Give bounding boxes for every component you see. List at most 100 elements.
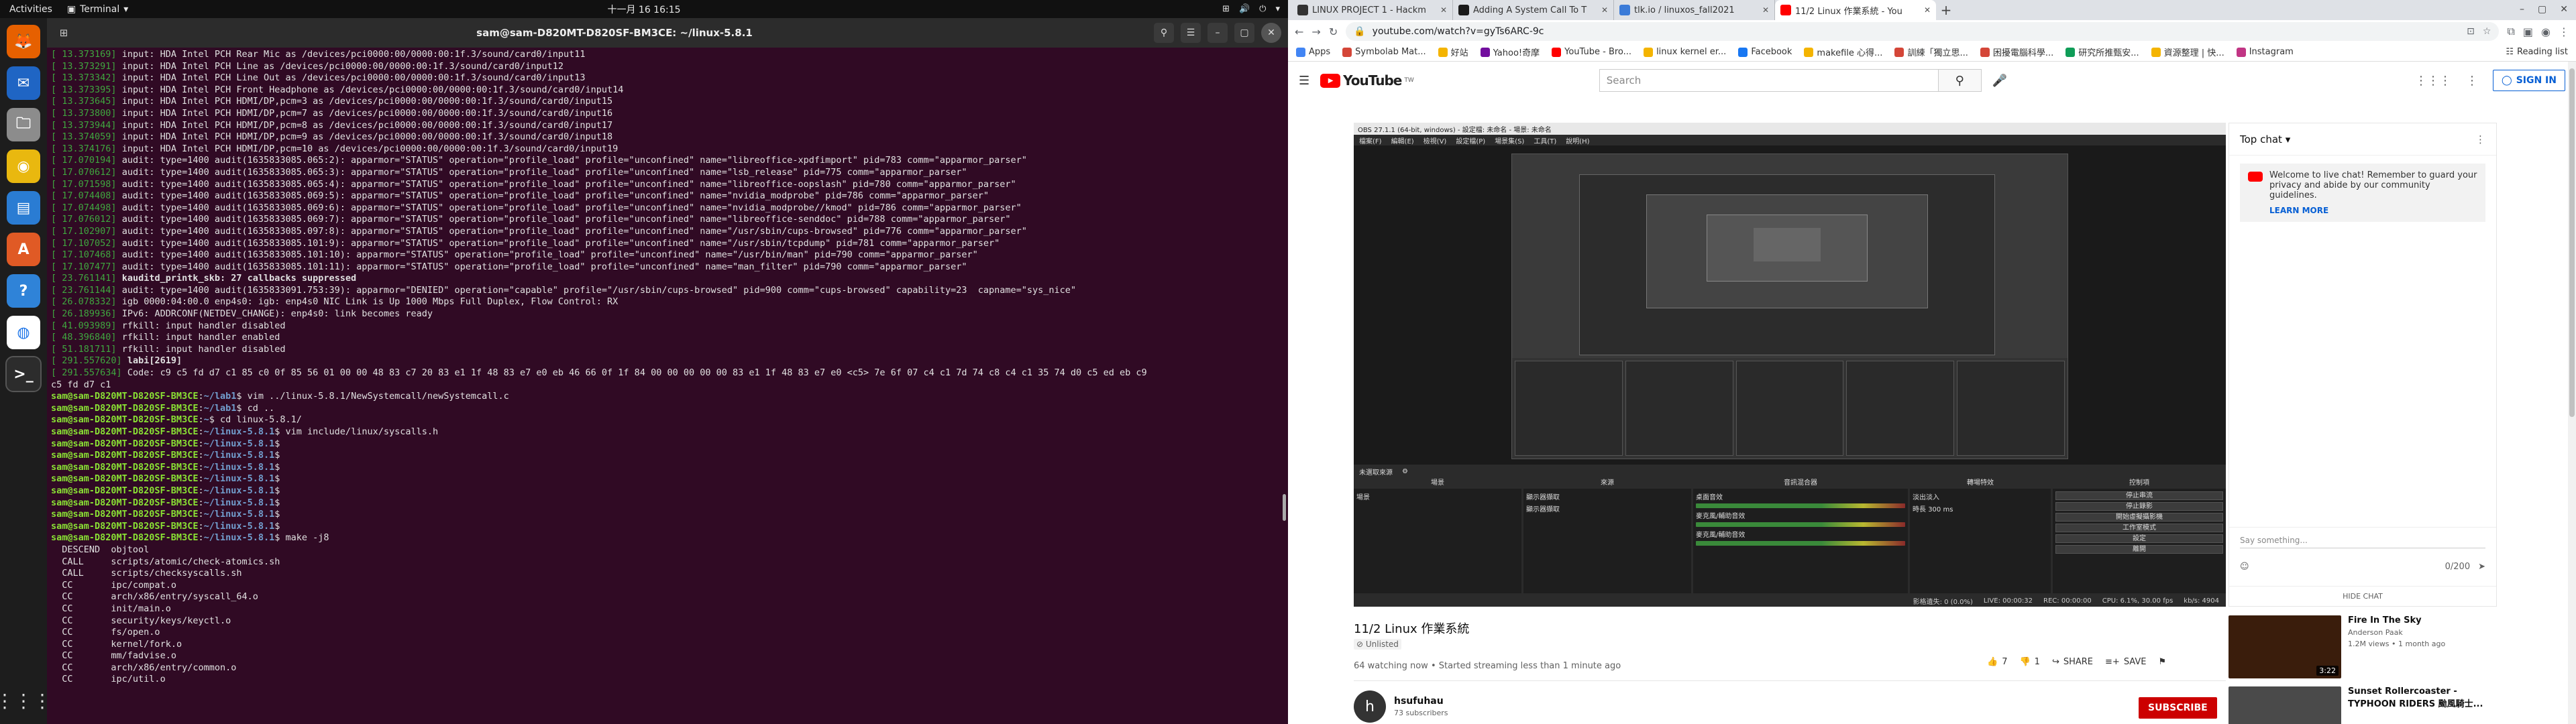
firefox-icon[interactable]: 🦊 xyxy=(7,25,40,58)
learn-more-link[interactable]: LEARN MORE xyxy=(2269,206,2477,215)
extension-icon[interactable]: ▣ xyxy=(2523,25,2533,38)
like-button[interactable]: 👍 7 xyxy=(1987,657,2007,667)
app-menu[interactable]: ▣ Terminal ▾ xyxy=(62,4,133,15)
browser-tab[interactable]: LINUX PROJECT 1 - Hackm ✕ xyxy=(1292,0,1453,20)
terminal-icon[interactable]: >_ xyxy=(5,356,42,392)
terminal-scrollbar[interactable] xyxy=(1283,494,1286,521)
browser-tab[interactable]: Adding A System Call To T ✕ xyxy=(1453,0,1614,20)
obs-scene-item: 場景 xyxy=(1356,494,1370,501)
bookmark-item[interactable]: 訓練「獨立思... xyxy=(1894,46,1968,58)
hamburger-menu-icon[interactable]: ☰ xyxy=(1299,74,1309,88)
software-icon[interactable]: A xyxy=(7,233,40,266)
profile-avatar[interactable]: ◉ xyxy=(2541,25,2551,38)
log-timestamp: [ 17.074498] xyxy=(51,202,117,213)
close-tab-icon[interactable]: ✕ xyxy=(1924,5,1931,15)
search-input[interactable]: Search xyxy=(1600,70,1938,91)
kebab-menu-icon[interactable]: ⋮ xyxy=(2475,133,2485,145)
bookmark-item[interactable]: Facebook xyxy=(1738,46,1792,58)
back-icon[interactable]: ← xyxy=(1295,25,1303,38)
bookmark-item[interactable]: 資源整理 | 快... xyxy=(2151,46,2224,58)
help-icon[interactable]: ? xyxy=(7,274,40,308)
dislike-button[interactable]: 👎 1 xyxy=(2019,657,2039,667)
apps-grid-icon[interactable]: ⋮⋮⋮ xyxy=(2415,74,2451,88)
close-tab-icon[interactable]: ✕ xyxy=(1601,5,1608,15)
prompt-path: ~/linux-5.8.1 xyxy=(203,461,275,473)
new-tab-button[interactable]: + xyxy=(1936,0,1956,20)
close-tab-icon[interactable]: ✕ xyxy=(1762,5,1769,15)
build-step: CC arch/x86/entry/syscall_64.o xyxy=(62,591,258,603)
settings-kebab-icon[interactable]: ⋮ xyxy=(2466,74,2478,88)
activities-button[interactable]: Activities xyxy=(0,4,62,15)
minimize-button[interactable]: – xyxy=(2520,4,2524,15)
bookmark-item[interactable]: makefile 心得... xyxy=(1804,46,1882,58)
obs-status-item: CPU: 6.1%, 30.00 fps xyxy=(2102,597,2174,605)
search-icon[interactable]: ⚲ xyxy=(1937,70,1981,91)
channel-name[interactable]: hsufuhau xyxy=(1394,696,1448,707)
bookmark-item[interactable]: YouTube - Bro... xyxy=(1552,46,1631,58)
log-message: audit: type=1400 audit(1635833085.101:10… xyxy=(121,249,978,261)
video-thumbnail[interactable]: 3:22 xyxy=(2229,615,2341,678)
emoji-icon[interactable]: ☺ xyxy=(2240,562,2249,572)
recommended-video[interactable]: 3:22 Fire In The Sky Anderson Paak 1.2M vie… xyxy=(2229,615,2497,678)
minimize-button[interactable]: – xyxy=(1208,23,1228,43)
search-icon[interactable]: ⚲ xyxy=(1154,23,1174,43)
install-icon[interactable]: ⊡ xyxy=(2467,26,2475,37)
bookmark-item[interactable]: Symbolab Mat... xyxy=(1342,46,1426,58)
report-button[interactable]: ⚑ xyxy=(2158,657,2166,667)
close-tab-icon[interactable]: ✕ xyxy=(1440,5,1447,15)
close-button[interactable]: ✕ xyxy=(1261,23,1281,43)
bookmark-item[interactable]: Apps xyxy=(1296,46,1330,58)
page-scrollbar[interactable] xyxy=(2568,62,2576,724)
bookmark-item[interactable]: 困擾電腦科學... xyxy=(1980,46,2053,58)
bookmark-item[interactable]: Instagram xyxy=(2236,46,2294,58)
command-text: cd linux-5.8.1/ xyxy=(220,414,302,426)
maximize-button[interactable]: ▢ xyxy=(2538,4,2546,15)
chat-input[interactable]: Say something... xyxy=(2240,536,2485,548)
recommended-video[interactable]: Sunset Rollercoaster - TYPHOON RIDERS 颱風… xyxy=(2229,686,2497,724)
share-button[interactable]: ↪ SHARE xyxy=(2052,657,2093,667)
browser-tab[interactable]: tlk.io / linuxos_fall2021 ✕ xyxy=(1614,0,1775,20)
subscribe-button[interactable]: SUBSCRIBE xyxy=(2139,697,2217,719)
search-box[interactable]: Search ⚲ xyxy=(1599,69,1982,92)
save-button[interactable]: ≡+ SAVE xyxy=(2105,657,2146,667)
reload-icon[interactable]: ↻ xyxy=(1329,25,1338,38)
reading-list-button[interactable]: ☷ Reading list xyxy=(2506,47,2568,57)
clock[interactable]: 十一月 16 16:15 xyxy=(607,3,680,16)
channel-avatar[interactable]: h xyxy=(1354,690,1386,723)
flag-icon: ⚑ xyxy=(2158,657,2167,667)
maximize-button[interactable]: ▢ xyxy=(1234,23,1254,43)
address-bar[interactable]: 🔒 youtube.com/watch?v=gyTs6ARC-9c ⊡ ☆ xyxy=(1346,22,2500,41)
rhythmbox-icon[interactable]: ◉ xyxy=(7,149,40,183)
system-tray[interactable]: ⊞ 🔊 ⏻ ▾ xyxy=(1222,4,1280,14)
chrome-icon[interactable]: ◍ xyxy=(7,316,40,349)
prompt-user: sam@sam-D820MT-D820SF-BM3CE xyxy=(51,391,199,402)
bookmark-item[interactable]: Yahoo!奇摩 xyxy=(1480,46,1540,58)
writer-icon[interactable]: ▤ xyxy=(7,191,40,225)
new-tab-button[interactable]: ⊞ xyxy=(52,23,75,43)
bookmark-item[interactable]: 好站 xyxy=(1438,46,1468,58)
kebab-menu-icon[interactable]: ⋮ xyxy=(2559,25,2569,38)
bookmark-item[interactable]: linux kernel er... xyxy=(1644,46,1726,58)
sign-in-button[interactable]: ◯ SIGN IN xyxy=(2493,70,2565,91)
thunderbird-icon[interactable]: ✉ xyxy=(7,66,40,100)
hamburger-menu-icon[interactable]: ☰ xyxy=(1181,23,1201,43)
log-timestamp: [ 17.107477] xyxy=(51,261,117,272)
hide-chat-button[interactable]: HIDE CHAT xyxy=(2229,586,2496,606)
show-apps-icon[interactable]: ⋮⋮⋮ xyxy=(0,690,52,712)
send-icon[interactable]: ➤ xyxy=(2478,562,2485,572)
microphone-icon[interactable]: 🎤 xyxy=(1992,74,2007,88)
chat-mode-dropdown[interactable]: Top chat ▾ xyxy=(2240,133,2290,145)
log-timestamp: [ 17.070194] xyxy=(51,155,117,166)
video-player[interactable]: OBS 27.1.1 (64-bit, windows) - 設定檔: 未命名 … xyxy=(1354,123,2226,607)
close-button[interactable]: ✕ xyxy=(2560,4,2568,15)
forward-icon[interactable]: → xyxy=(1311,25,1320,38)
files-icon[interactable]: 🗀 xyxy=(7,108,40,141)
video-thumbnail[interactable] xyxy=(2229,686,2341,724)
youtube-logo[interactable]: ▶ YouTube TW xyxy=(1320,72,1414,88)
browser-tab[interactable]: 11/2 Linux 作業系統 - You ✕ xyxy=(1775,0,1936,20)
bookmark-label: Instagram xyxy=(2249,47,2294,57)
terminal-output[interactable]: [ 13.373169] input: HDA Intel PCH Rear M… xyxy=(47,48,1288,724)
bookmark-item[interactable]: 研究所推甄安... xyxy=(2065,46,2139,58)
extensions-icon[interactable]: ⧉ xyxy=(2507,25,2514,38)
bookmark-star-icon[interactable]: ☆ xyxy=(2483,26,2491,37)
